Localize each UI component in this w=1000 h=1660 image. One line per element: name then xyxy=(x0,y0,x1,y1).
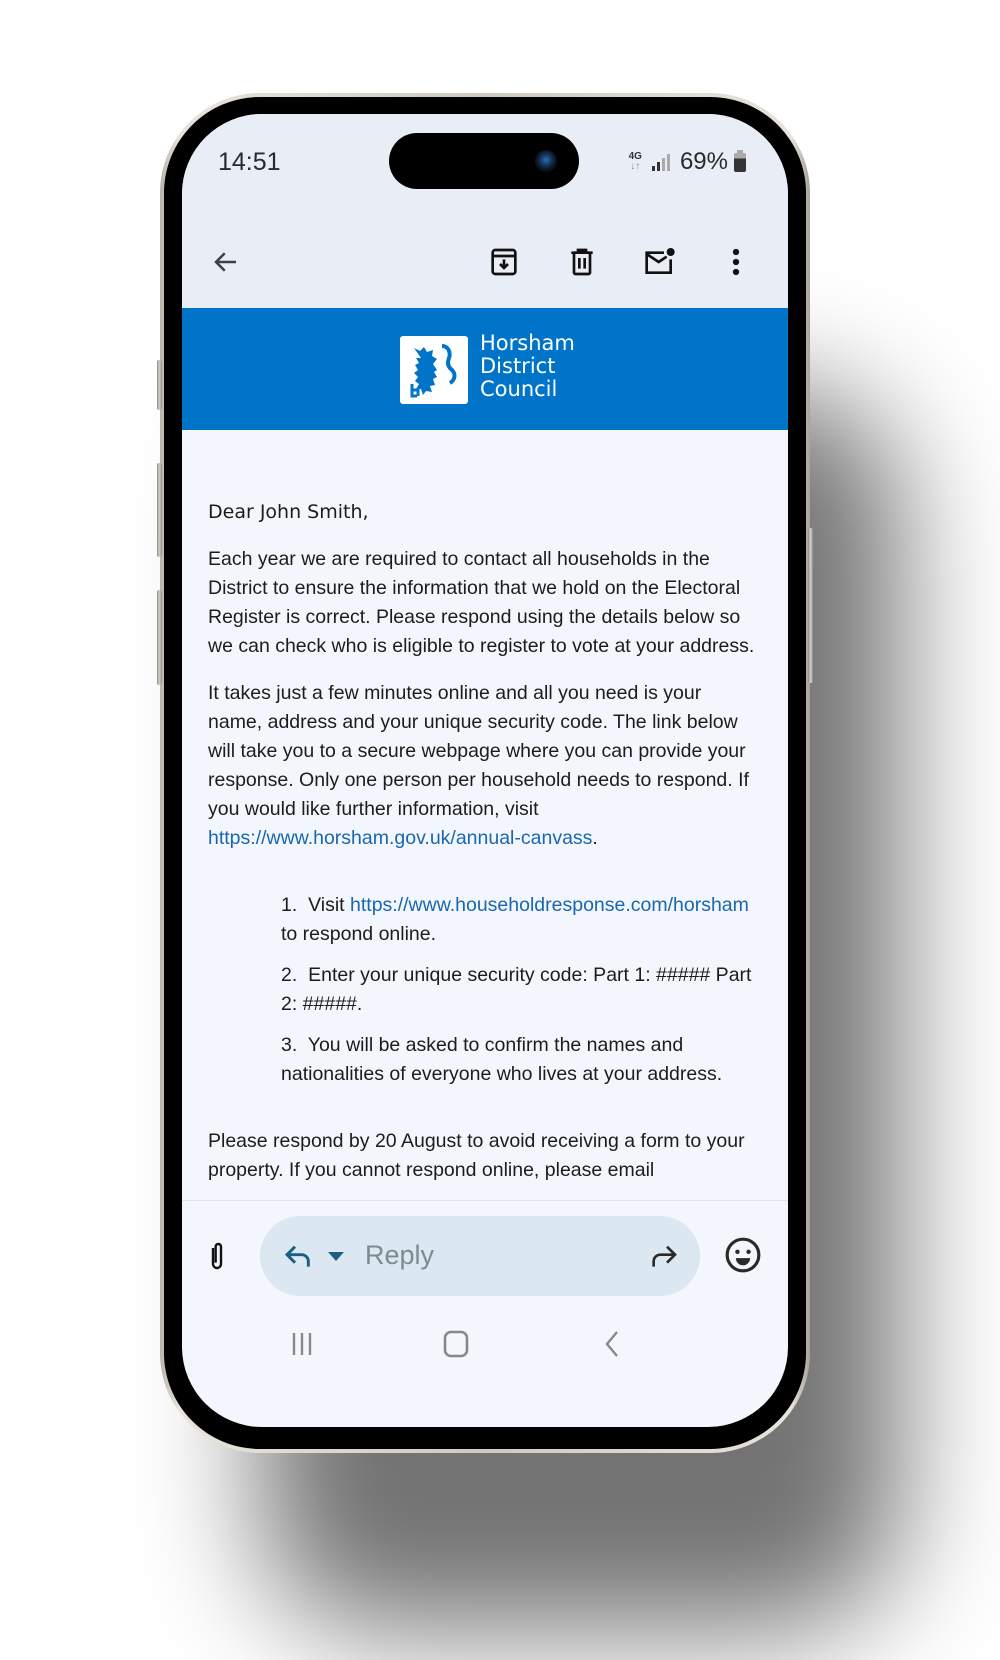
side-button-volume-down xyxy=(157,590,162,685)
screen: 14:51 4G ↓↑ 69% Horsham District Council… xyxy=(182,114,788,1427)
side-button-volume-up xyxy=(157,463,162,557)
delete-icon xyxy=(571,248,593,276)
back-arrow-icon xyxy=(214,252,236,272)
greeting: Dear John Smith, xyxy=(208,501,369,523)
nav-back-button[interactable] xyxy=(592,1326,632,1362)
status-time: 14:51 xyxy=(218,148,281,176)
home-button[interactable] xyxy=(436,1326,476,1362)
side-button-power xyxy=(808,528,813,683)
status-indicators: 4G ↓↑ 69% xyxy=(629,148,746,176)
back-icon xyxy=(605,1331,618,1357)
reply-input[interactable]: Reply xyxy=(260,1216,700,1296)
mark-unread-icon xyxy=(645,248,675,274)
annual-canvass-link[interactable]: https://www.horsham.gov.uk/annual-canvas… xyxy=(208,827,592,849)
more-options-button[interactable] xyxy=(712,238,760,286)
system-nav-bar xyxy=(182,1314,788,1374)
archive-icon xyxy=(491,248,517,276)
reply-arrow-icon xyxy=(284,1245,310,1267)
council-name: Horsham District Council xyxy=(480,331,575,401)
step-item: 1. Visit https://www.householdresponse.c… xyxy=(281,894,749,945)
mark-unread-button[interactable] xyxy=(636,238,684,286)
council-banner: Horsham District Council xyxy=(182,308,788,430)
recent-apps-icon xyxy=(292,1333,312,1355)
signal-strength-icon xyxy=(651,153,670,171)
intro-paragraph: Each year we are required to contact all… xyxy=(208,548,755,657)
reply-placeholder: Reply xyxy=(365,1240,435,1270)
info-paragraph: It takes just a few minutes online and a… xyxy=(208,682,749,849)
home-icon xyxy=(443,1330,469,1358)
front-camera-icon xyxy=(535,150,557,172)
battery-icon xyxy=(734,149,746,172)
paperclip-icon xyxy=(211,1242,223,1270)
steps-list: 1. Visit https://www.householdresponse.c… xyxy=(208,891,760,1089)
step-item: 3. You will be asked to confirm the name… xyxy=(281,1034,723,1085)
lion-crest-icon xyxy=(410,344,457,398)
divider xyxy=(182,1200,788,1201)
recent-apps-button[interactable] xyxy=(282,1326,322,1362)
back-button[interactable] xyxy=(202,238,250,286)
deadline-paragraph: Please respond by 20 August to avoid rec… xyxy=(208,1130,745,1181)
more-options-icon xyxy=(732,248,740,276)
attach-button[interactable] xyxy=(202,1238,232,1274)
step-item: 2. Enter your unique security code: Part… xyxy=(281,964,752,1015)
email-body: Dear John Smith, Each year we are requir… xyxy=(182,430,788,1200)
household-response-link[interactable]: https://www.householdresponse.com/horsha… xyxy=(350,894,749,916)
delete-button[interactable] xyxy=(558,238,606,286)
email-toolbar xyxy=(182,230,788,294)
archive-button[interactable] xyxy=(480,238,528,286)
dynamic-island xyxy=(389,133,579,189)
council-logo xyxy=(400,336,468,404)
network-type-icon: 4G ↓↑ xyxy=(628,151,642,172)
emoji-icon[interactable] xyxy=(724,1236,762,1274)
battery-percent: 69% xyxy=(679,148,728,175)
reply-options-dropdown[interactable] xyxy=(328,1252,344,1261)
phone-frame: 14:51 4G ↓↑ 69% Horsham District Council… xyxy=(157,93,813,1453)
side-button-action xyxy=(157,360,162,410)
reply-bar: Reply xyxy=(182,1216,788,1296)
forward-arrow-icon[interactable] xyxy=(646,1240,680,1272)
